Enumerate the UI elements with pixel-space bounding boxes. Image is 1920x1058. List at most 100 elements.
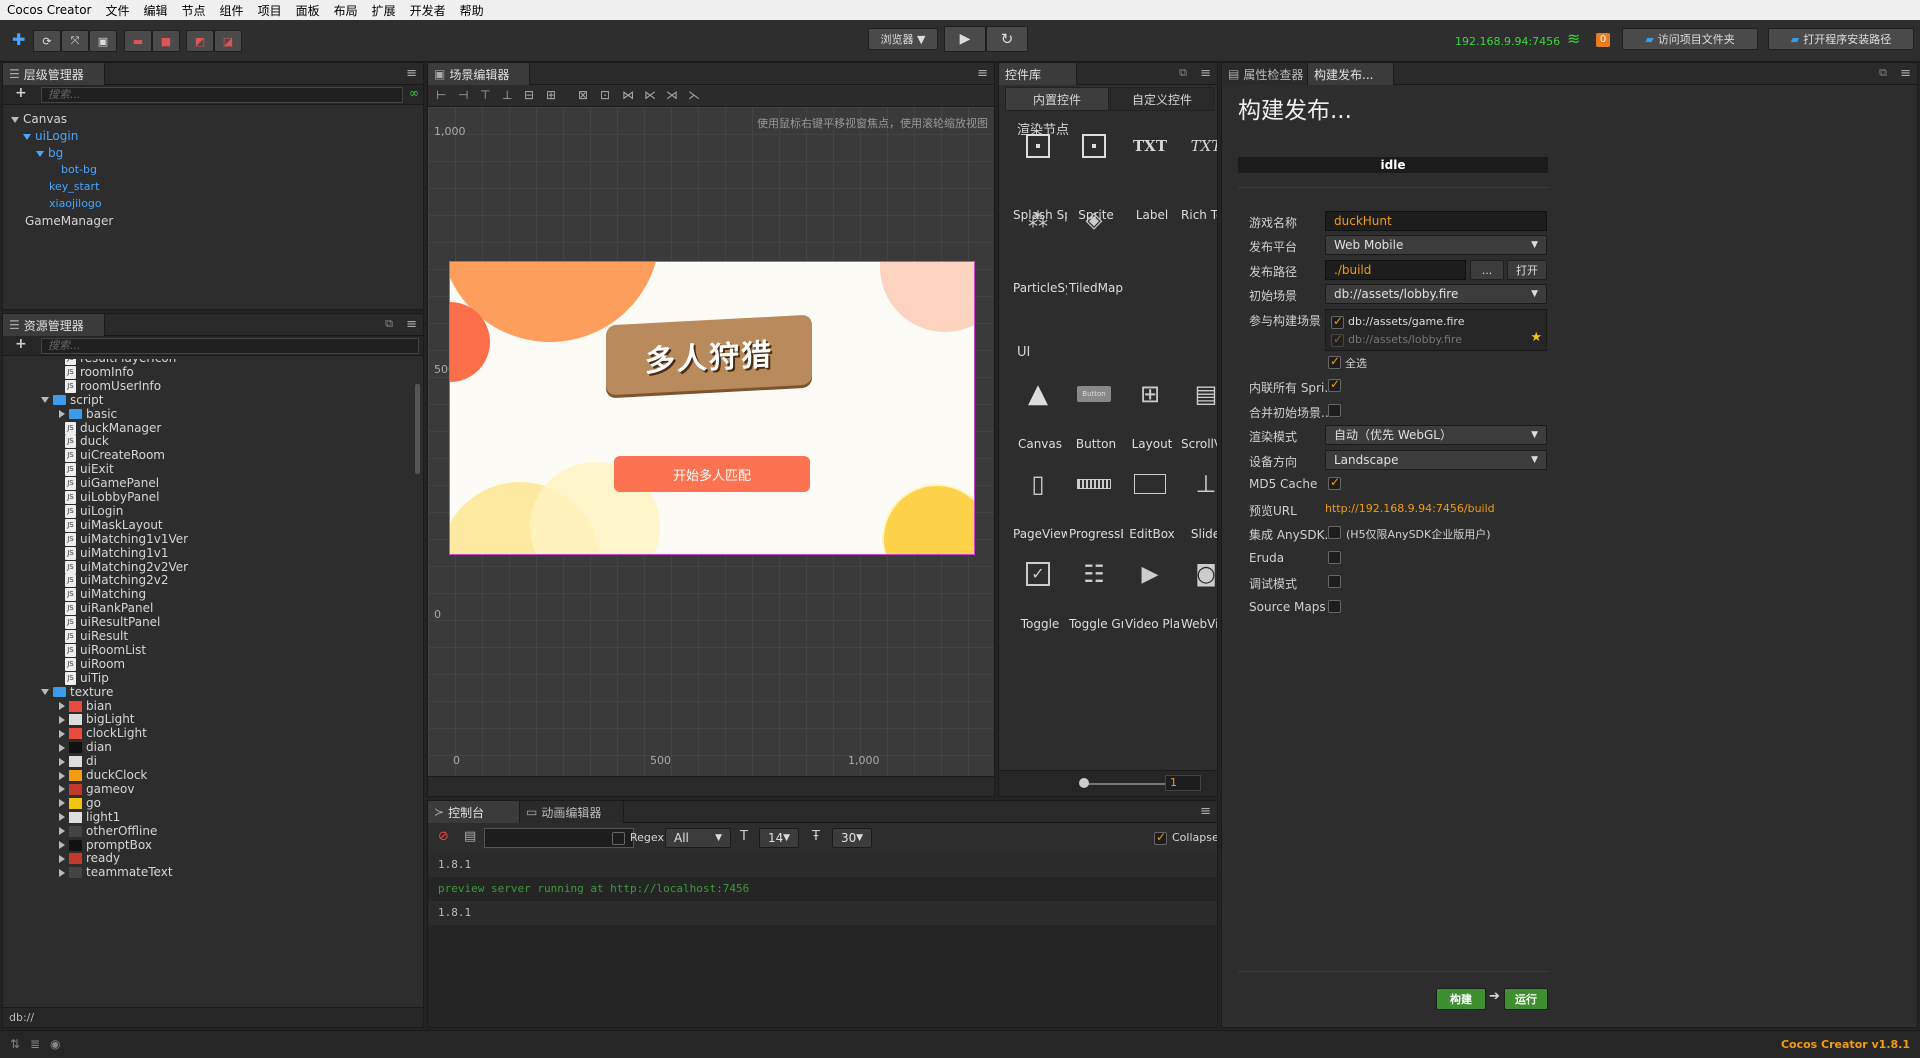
play-button[interactable]: ▶ (944, 26, 986, 52)
tree-node-uilogin[interactable]: uiLogin (23, 128, 78, 144)
scale-tool-button[interactable]: ▣ (89, 30, 117, 52)
tree-node-canvas[interactable]: Canvas (11, 111, 67, 127)
align-icon[interactable]: ⊣ (458, 88, 468, 102)
inline-sprite-checkbox[interactable] (1328, 377, 1341, 392)
panel-menu-icon[interactable]: ≡ (977, 66, 988, 81)
tree-node-xiaojilogo[interactable]: xiaojilogo (49, 196, 102, 212)
tab-scene[interactable]: ▣ 场景编辑器 (428, 63, 530, 85)
game-canvas[interactable]: 多人狩猎 开始多人匹配 (449, 261, 975, 555)
md5-checkbox[interactable] (1328, 475, 1341, 490)
asset-scrollbar[interactable] (415, 384, 420, 474)
collapse-arrow-icon[interactable] (59, 410, 65, 419)
platform-select[interactable]: Web Mobile (1325, 235, 1547, 255)
comp-label[interactable]: Label (1125, 208, 1179, 222)
tree-node-key-start[interactable]: key_start (49, 179, 99, 195)
menu-panel[interactable]: 面板 (289, 2, 327, 19)
database-icon[interactable]: ≣ (30, 1037, 40, 1051)
zoom-slider[interactable] (1081, 783, 1171, 785)
refresh-button[interactable]: ↻ (986, 26, 1028, 52)
collapse-arrow-icon[interactable] (59, 827, 65, 836)
tab-build[interactable]: 构建发布... (1308, 63, 1394, 85)
tab-console[interactable]: ≻ 控制台 (428, 801, 520, 823)
collapse-arrow-icon[interactable] (59, 813, 65, 822)
collapse-arrow-icon[interactable] (59, 743, 65, 752)
path-open-button[interactable]: 打开 (1507, 260, 1547, 280)
add-node-icon[interactable]: ✚ (12, 30, 25, 49)
anysdk-checkbox[interactable] (1328, 526, 1341, 539)
comp-canvas[interactable]: Canvas (1013, 437, 1067, 451)
scrollview-icon[interactable]: ▤ (1189, 377, 1217, 411)
pageview-icon[interactable]: ▯ (1021, 467, 1055, 501)
editbox-icon[interactable] (1133, 467, 1167, 501)
menu-component[interactable]: 组件 (213, 2, 251, 19)
tree-node-bg[interactable]: bg (36, 145, 63, 161)
start-match-button[interactable]: 开始多人匹配 (614, 456, 810, 492)
particle-system-icon[interactable]: ⁂ (1021, 203, 1055, 237)
comp-layout[interactable]: Layout (1125, 437, 1179, 451)
collapse-arrow-icon[interactable] (59, 757, 65, 766)
h-scrollbar[interactable] (428, 776, 994, 796)
sprite-icon[interactable] (1077, 129, 1111, 163)
menu-layout[interactable]: 布局 (327, 2, 365, 19)
tab-animation[interactable]: ▭ 动画编辑器 (520, 801, 624, 823)
scene-game-checkbox[interactable] (1331, 314, 1344, 329)
log-level-select[interactable]: All (665, 828, 731, 848)
orientation-select[interactable]: Landscape (1325, 450, 1547, 470)
menu-developer[interactable]: 开发者 (403, 2, 453, 19)
pivot-tool-button[interactable]: ■ (152, 30, 180, 52)
maximize-icon[interactable]: ⧉ (1179, 66, 1187, 80)
align-icon[interactable]: ⋈ (622, 88, 634, 102)
add-icon[interactable]: + (15, 336, 27, 352)
global-tool-button[interactable]: ◪ (214, 30, 242, 52)
comp-button[interactable]: Button (1069, 437, 1123, 451)
align-icon[interactable]: ⊢ (436, 88, 446, 102)
game-name-input[interactable]: duckHunt (1325, 211, 1547, 231)
sync-icon[interactable]: ⇅ (10, 1037, 20, 1051)
label-icon[interactable]: TXT (1133, 129, 1167, 163)
align-icon[interactable]: ⊟ (524, 88, 534, 102)
sourcemaps-checkbox[interactable] (1328, 600, 1341, 613)
comp-rich-text[interactable]: Rich Text (1181, 208, 1217, 222)
run-button[interactable]: 运行 (1504, 988, 1548, 1010)
rect-tool-button[interactable]: ▬ (124, 30, 152, 52)
tab-builtin[interactable]: 内置控件 (1005, 87, 1109, 111)
notification-badge[interactable]: 0 (1596, 33, 1610, 47)
tab-widgets[interactable]: 控件库 (999, 63, 1077, 85)
tiledmap-icon[interactable]: ◈ (1077, 203, 1111, 237)
menu-edit[interactable]: 编辑 (137, 2, 175, 19)
splash-sprite-icon[interactable] (1021, 129, 1055, 163)
preview-url-link[interactable]: http://192.168.9.94:7456/build (1325, 502, 1495, 515)
menu-extend[interactable]: 扩展 (365, 2, 403, 19)
align-icon[interactable]: ⊠ (578, 88, 588, 102)
collapse-arrow-icon[interactable] (59, 729, 65, 738)
progressbar-icon[interactable] (1077, 467, 1111, 501)
open-install-path-button[interactable]: ▰ 打开程序安装路径 (1768, 28, 1914, 50)
open-log-icon[interactable]: ▤ (464, 829, 476, 844)
regex-checkbox[interactable] (612, 832, 625, 845)
tree-node-bot-bg[interactable]: bot-bg (61, 162, 97, 178)
path-input[interactable]: ./build (1325, 260, 1466, 280)
comp-videoplayer[interactable]: Video Pla (1125, 617, 1179, 631)
panel-menu-icon[interactable]: ≡ (406, 66, 417, 81)
rotate-tool-button[interactable]: ⤧ (61, 30, 89, 52)
rich-text-icon[interactable]: TXT (1189, 129, 1217, 163)
comp-editbox[interactable]: EditBox (1125, 527, 1179, 541)
align-icon[interactable]: ⊞ (546, 88, 556, 102)
move-tool-button[interactable]: ⟳ (33, 30, 61, 52)
select-all-checkbox[interactable] (1328, 354, 1341, 369)
tab-custom[interactable]: 自定义控件 (1110, 87, 1214, 111)
panel-menu-icon[interactable]: ≡ (406, 317, 417, 332)
comp-toggle[interactable]: Toggle (1013, 617, 1067, 631)
comp-progressbar[interactable]: ProgressB (1069, 527, 1123, 541)
maximize-icon[interactable]: ⧉ (385, 317, 393, 331)
align-icon[interactable]: ⋊ (666, 88, 678, 102)
collapse-arrow-icon[interactable] (59, 702, 65, 710)
expand-arrow-icon[interactable] (41, 689, 49, 696)
layout-icon[interactable]: ⊞ (1133, 377, 1167, 411)
panel-menu-icon[interactable]: ≡ (1200, 804, 1211, 819)
hierarchy-search-input[interactable]: 搜索... (41, 87, 403, 103)
comp-scrollview[interactable]: ScrollView (1181, 437, 1217, 451)
align-icon[interactable]: ⊤ (480, 88, 490, 102)
comp-particle-system[interactable]: ParticleSy (1013, 281, 1067, 295)
path-browse-button[interactable]: ... (1470, 260, 1504, 280)
